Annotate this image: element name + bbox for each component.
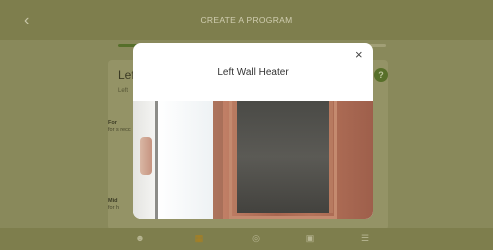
- close-icon[interactable]: ×: [355, 48, 363, 61]
- door-handle-image: [140, 137, 152, 175]
- photo-shade: [213, 101, 223, 219]
- photo-white-door: [158, 101, 213, 219]
- photo-door-edge: [155, 101, 158, 219]
- photo-glass-panel: [233, 101, 333, 213]
- modal-title: Left Wall Heater: [217, 67, 289, 78]
- heater-modal: × Left Wall Heater: [133, 43, 373, 219]
